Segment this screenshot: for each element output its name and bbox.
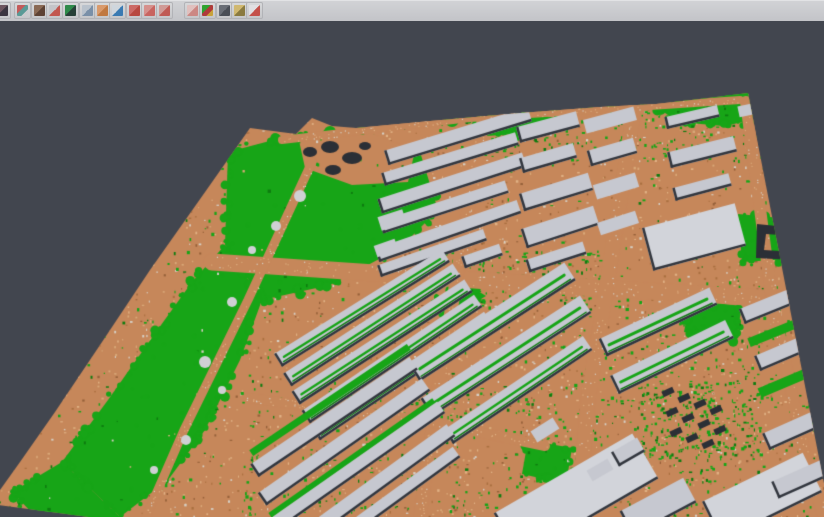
orange-square-icon <box>97 5 108 16</box>
globe-icon <box>112 5 123 16</box>
image-thumbnail-icon[interactable] <box>0 2 11 19</box>
yellow-flag-icon <box>234 5 245 16</box>
snowflake-icon <box>17 5 28 16</box>
checker-grid-icon <box>187 5 198 16</box>
globe-icon[interactable] <box>109 2 126 19</box>
point-cloud-render[interactable] <box>0 21 824 517</box>
red-gear-icon <box>144 5 155 16</box>
crop-marks-icon <box>159 5 170 16</box>
application-window: { "toolbar": { "background": "#c6c7cb", … <box>0 0 824 517</box>
red-list-icon <box>129 5 140 16</box>
crop-marks-icon[interactable] <box>156 2 173 19</box>
snowflake-icon[interactable] <box>14 2 31 19</box>
column-icon <box>82 5 93 16</box>
image-thumbnail-icon <box>0 5 8 16</box>
toolbar <box>0 0 824 22</box>
red-tool-icon[interactable] <box>246 2 263 19</box>
terrain-icon <box>65 5 76 16</box>
dots-icon[interactable] <box>46 2 63 19</box>
classification-colors-icon <box>202 5 213 16</box>
mountain-icon <box>34 5 45 16</box>
viewport-3d[interactable] <box>0 21 824 517</box>
dots-icon <box>49 5 60 16</box>
classification-colors-icon[interactable] <box>199 2 216 19</box>
camera-icon <box>219 5 230 16</box>
terrain-icon[interactable] <box>62 2 79 19</box>
red-tool-icon <box>249 5 260 16</box>
